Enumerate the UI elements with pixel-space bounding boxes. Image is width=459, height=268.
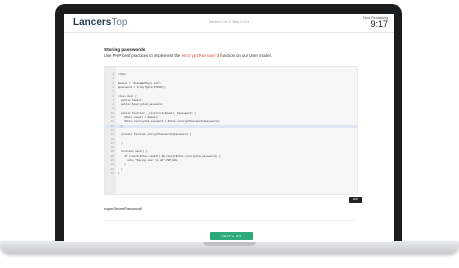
line-number: 10	[110, 111, 114, 115]
code-line[interactable]: 13 }	[105, 124, 357, 129]
time-remaining-value: 9:17	[370, 19, 388, 29]
line-number: 13	[110, 124, 114, 128]
language-badge[interactable]: PHP	[349, 197, 362, 203]
code-line[interactable]: 10 public function __construct($email, $…	[105, 112, 357, 116]
code-line[interactable]: 1 <?php	[105, 73, 357, 77]
code-line[interactable]: 16	[105, 138, 357, 142]
question-title: Storing passwords	[104, 47, 146, 52]
line-number: 4	[112, 85, 114, 89]
code-line[interactable]: 17 }	[105, 142, 357, 146]
question-block: Storing passwords Use PHP best practices…	[104, 47, 354, 59]
line-number: 7	[112, 98, 114, 102]
code-text: $password = trim(fgets(STDIN));	[118, 85, 167, 89]
code-line[interactable]: 5	[105, 90, 357, 94]
line-number: 12	[110, 120, 114, 124]
screen: LancersTop Section 1 of 3: Step 2 of 6 T…	[64, 14, 394, 242]
code-line[interactable]: 8 public $encrypted_password;	[105, 103, 357, 107]
line-number: 20	[110, 154, 114, 158]
line-number: 15	[110, 133, 114, 137]
line-number: 9	[112, 107, 114, 111]
code-line[interactable]: 22 }	[105, 163, 357, 167]
code-line[interactable]: 24}	[105, 172, 357, 176]
desc-before: Use PHP best practices to implement the	[104, 53, 182, 58]
line-number: 19	[110, 150, 114, 154]
line-number: 23	[110, 167, 114, 171]
code-text: if (count($this->email) && count($this->…	[118, 154, 221, 158]
line-number: 21	[110, 159, 114, 162]
code-text: $email = "diana@dfbuys.com";	[118, 81, 162, 85]
line-number: 8	[112, 103, 114, 107]
code-text: public $encrypted_password;	[118, 103, 164, 107]
code-text: $this->encrypted_password = $this->encry…	[118, 120, 221, 124]
code-line[interactable]: 15 private function encryptPassword($pas…	[105, 133, 357, 137]
code-text: class User {	[118, 94, 137, 98]
line-number: 18	[110, 146, 114, 150]
code-line[interactable]: 2	[105, 77, 357, 81]
line-number: 1	[112, 73, 114, 76]
line-number: 5	[112, 90, 114, 94]
code-text: <?php	[118, 73, 126, 76]
code-line[interactable]: 23 }	[105, 168, 357, 172]
line-number: 6	[112, 94, 114, 98]
code-line[interactable]: 14	[105, 129, 357, 133]
code-text: public $email;	[118, 98, 143, 102]
desc-keyword: encryptPassword	[181, 55, 220, 59]
line-number: 17	[110, 141, 114, 145]
code-text: }	[118, 163, 126, 167]
code-text: }	[118, 167, 123, 171]
code-text: function save() {	[118, 150, 148, 154]
logo-light: Top	[111, 17, 128, 28]
code-text: private function encryptPassword($passwo…	[118, 133, 192, 137]
desc-after: function on our User model.	[219, 53, 272, 58]
code-line[interactable]: 20 if (count($this->email) && count($thi…	[105, 155, 357, 159]
code-line[interactable]: 12 $this->encrypted_password = $this->en…	[105, 120, 357, 124]
code-text: echo "Saving user to db".PHP_EOL;	[118, 159, 179, 162]
logo-strong: Lancers	[73, 17, 112, 28]
divider	[104, 220, 354, 221]
code-text: }	[118, 124, 123, 128]
code-line[interactable]: 19 function save() {	[105, 150, 357, 154]
code-line[interactable]: 6 class User {	[105, 95, 357, 99]
code-line[interactable]: 21 echo "Saving user to db".PHP_EOL;	[105, 159, 357, 163]
code-line[interactable]: 7 public $email;	[105, 99, 357, 103]
line-number: 24	[110, 171, 114, 175]
section-progress: Section 1 of 3: Step 2 of 6	[208, 20, 250, 24]
line-number: 2	[112, 77, 114, 81]
code-line[interactable]: 4 $password = trim(fgets(STDIN));	[105, 86, 357, 90]
code-editor[interactable]: 1 <?php 2 3 $email = "diana@dfbuys.com"; 4 $pa…	[104, 66, 358, 195]
question-description: Use PHP best practices to implement the …	[104, 53, 354, 59]
top-bar: LancersTop Section 1 of 3: Step 2 of 6 T…	[64, 14, 394, 33]
next-button[interactable]: NEXT ▸ 6/6	[210, 232, 253, 240]
line-number: 16	[110, 137, 114, 141]
code-text: $this->email = $email;	[118, 116, 159, 119]
output-text: superSecretPassword!	[104, 207, 143, 211]
laptop-frame: LancersTop Section 1 of 3: Step 2 of 6 T…	[0, 0, 459, 268]
line-number: 14	[110, 128, 114, 132]
logo[interactable]: LancersTop	[73, 18, 127, 28]
code-text: public function __construct($email, $pas…	[118, 111, 196, 115]
code-text: }	[118, 141, 123, 145]
line-number: 22	[110, 163, 114, 167]
line-number: 3	[112, 81, 114, 85]
code-line[interactable]: 3 $email = "diana@dfbuys.com";	[105, 82, 357, 86]
code-line[interactable]: 9	[105, 107, 357, 111]
line-number: 11	[110, 116, 114, 119]
code-text: }	[118, 171, 120, 175]
